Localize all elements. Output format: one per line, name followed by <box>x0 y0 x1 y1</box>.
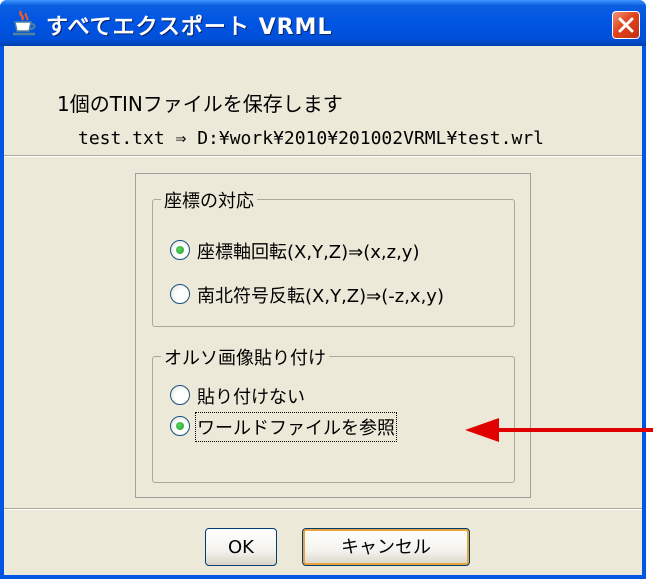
ortho-group: オルソ画像貼り付け 貼り付けない ワールドファイルを参照 <box>152 344 515 483</box>
window-title: すべてエクスポート VRML <box>46 15 333 40</box>
close-x-icon <box>618 17 634 33</box>
radio-button[interactable] <box>170 385 190 405</box>
ortho-group-legend: オルソ画像貼り付け <box>161 344 329 370</box>
message-area: 1個のTINファイルを保存します test.txt ⇒ D:¥work¥2010… <box>12 60 632 150</box>
radio-label: 貼り付けない <box>197 387 305 408</box>
radio-selected-dot <box>176 246 184 254</box>
message-summary: 1個のTINファイルを保存します <box>57 92 343 116</box>
radio-label: ワールドファイルを参照 <box>195 412 397 442</box>
close-button[interactable] <box>612 11 640 39</box>
radio-selected-dot <box>176 422 184 430</box>
radio-label: 座標軸回転(X,Y,Z)⇒(x,z,y) <box>197 242 420 263</box>
separator-top <box>4 155 642 157</box>
options-panel: 座標の対応 座標軸回転(X,Y,Z)⇒(x,z,y) 南北符号反転(X,Y,Z)… <box>135 173 531 498</box>
dialog-window: すべてエクスポート VRML 1個のTINファイルを保存します test.txt… <box>0 0 646 579</box>
separator-bottom <box>4 508 642 510</box>
ok-button[interactable]: OK <box>205 528 277 566</box>
cancel-button[interactable]: キャンセル <box>302 528 470 566</box>
radio-button[interactable] <box>170 416 190 436</box>
coordinate-group: 座標の対応 座標軸回転(X,Y,Z)⇒(x,z,y) 南北符号反転(X,Y,Z)… <box>152 187 515 327</box>
annotation-arrow-icon <box>465 418 653 442</box>
coordinate-group-legend: 座標の対応 <box>161 187 257 213</box>
title-bar[interactable]: すべてエクスポート VRML <box>0 0 646 46</box>
message-path: test.txt ⇒ D:¥work¥2010¥201002VRML¥test.… <box>78 128 544 149</box>
radio-label: 南北符号反転(X,Y,Z)⇒(-z,x,y) <box>197 286 444 307</box>
radio-button[interactable] <box>170 240 190 260</box>
radio-button[interactable] <box>170 284 190 304</box>
java-coffee-cup-icon <box>10 8 38 38</box>
